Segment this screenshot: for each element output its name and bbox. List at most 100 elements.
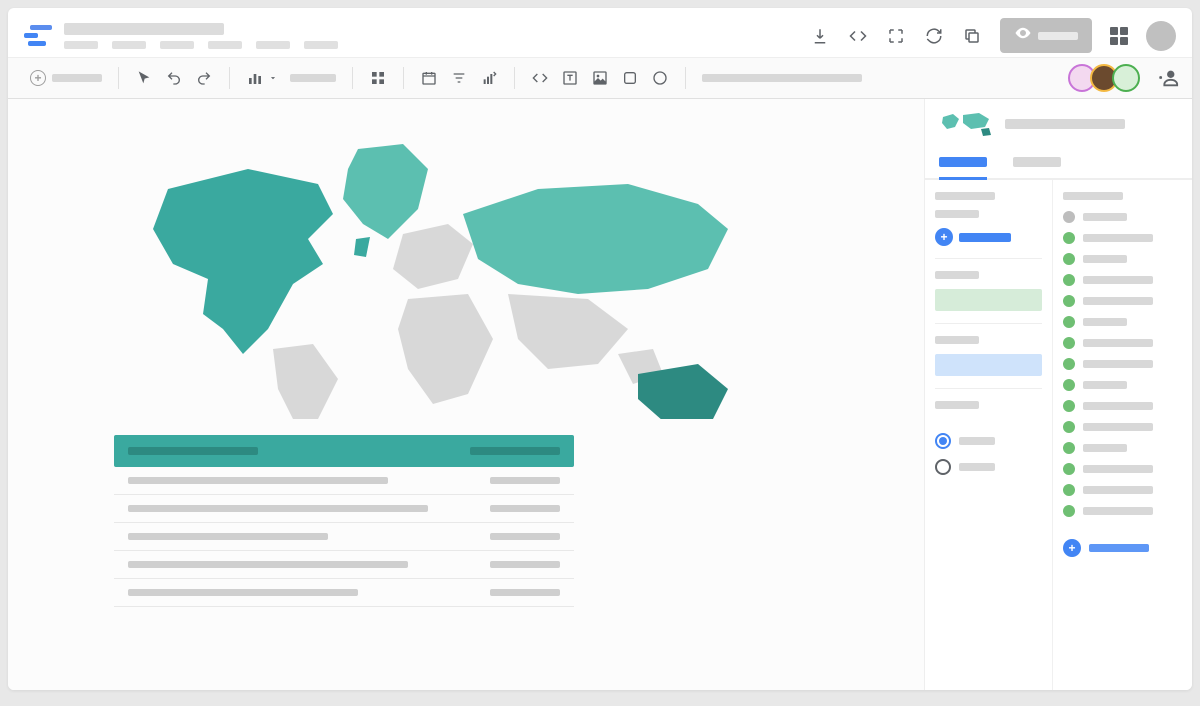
dimension-chip[interactable]: + — [935, 228, 1042, 246]
report-canvas[interactable] — [8, 99, 924, 690]
app-header — [8, 8, 1192, 57]
data-control-icon[interactable] — [480, 69, 498, 87]
select-cursor-icon[interactable] — [135, 69, 153, 87]
available-field[interactable] — [1063, 253, 1182, 265]
refresh-icon[interactable] — [924, 26, 944, 46]
date-range-icon[interactable] — [420, 69, 438, 87]
table-header-col1[interactable] — [128, 447, 258, 455]
available-field[interactable] — [1063, 358, 1182, 370]
tab-style[interactable] — [1013, 149, 1061, 178]
radio-icon — [935, 433, 951, 449]
url-embed-icon[interactable] — [531, 69, 549, 87]
embed-icon[interactable] — [848, 26, 868, 46]
radio-option-2[interactable] — [935, 459, 1042, 475]
panel-config-column: + — [925, 180, 1053, 690]
table-row[interactable] — [114, 523, 574, 551]
filter-control-icon[interactable] — [450, 69, 468, 87]
circle-icon[interactable] — [651, 69, 669, 87]
share-add-person-icon[interactable] — [1156, 66, 1180, 90]
geo-map-chart[interactable] — [108, 129, 748, 419]
radio-option-1[interactable] — [935, 433, 1042, 449]
download-icon[interactable] — [810, 26, 830, 46]
apps-icon[interactable] — [1110, 27, 1128, 45]
view-button[interactable] — [1000, 18, 1092, 53]
section-label-default — [935, 401, 979, 409]
table-cell — [128, 533, 328, 540]
text-icon[interactable] — [561, 69, 579, 87]
collaborator-avatar[interactable] — [1112, 64, 1140, 92]
app-logo-icon — [24, 22, 52, 50]
table-row[interactable] — [114, 579, 574, 607]
region-russia — [463, 184, 728, 294]
user-avatar[interactable] — [1146, 21, 1176, 51]
field-name — [1083, 465, 1153, 473]
community-viz-icon[interactable] — [369, 69, 387, 87]
redo-icon[interactable] — [195, 69, 213, 87]
available-field[interactable] — [1063, 421, 1182, 433]
table-cell — [128, 505, 428, 512]
menu-item[interactable] — [112, 41, 146, 49]
field-name — [1083, 360, 1153, 368]
tab-data[interactable] — [939, 149, 987, 180]
available-field[interactable] — [1063, 379, 1182, 391]
table-row[interactable] — [114, 495, 574, 523]
add-chart-dropdown[interactable] — [246, 69, 278, 87]
add-field-button[interactable]: + — [1063, 539, 1182, 557]
title-block — [64, 23, 338, 49]
field-type-dot-icon — [1063, 463, 1075, 475]
report-title[interactable] — [64, 23, 224, 35]
table-row[interactable] — [114, 551, 574, 579]
region-australia — [638, 364, 728, 419]
available-field[interactable] — [1063, 232, 1182, 244]
copy-icon[interactable] — [962, 26, 982, 46]
table-row[interactable] — [114, 467, 574, 495]
table-cell — [128, 477, 388, 484]
collaborators — [1074, 64, 1140, 92]
field-type-dot-icon — [1063, 316, 1075, 328]
view-label — [1038, 32, 1078, 40]
field-name — [1083, 381, 1127, 389]
menu-item[interactable] — [256, 41, 290, 49]
region-north-america — [153, 169, 333, 354]
table-header-col2[interactable] — [470, 447, 560, 455]
fullscreen-icon[interactable] — [886, 26, 906, 46]
chart-type-thumbnail-icon[interactable] — [939, 109, 995, 139]
available-field[interactable] — [1063, 442, 1182, 454]
available-field[interactable] — [1063, 274, 1182, 286]
available-field[interactable] — [1063, 463, 1182, 475]
available-field[interactable] — [1063, 400, 1182, 412]
panel-fields-column: + — [1053, 180, 1192, 690]
field-type-dot-icon — [1063, 379, 1075, 391]
available-fields-label — [1063, 192, 1123, 200]
field-type-dot-icon — [1063, 274, 1075, 286]
available-field[interactable] — [1063, 211, 1182, 223]
menu-item[interactable] — [208, 41, 242, 49]
section-label-metric — [935, 271, 979, 279]
menu-item[interactable] — [304, 41, 338, 49]
sort-field[interactable] — [935, 354, 1042, 376]
field-name — [1083, 297, 1153, 305]
menu-item[interactable] — [64, 41, 98, 49]
field-type-dot-icon — [1063, 484, 1075, 496]
field-type-dot-icon — [1063, 358, 1075, 370]
rectangle-icon[interactable] — [621, 69, 639, 87]
panel-tabs — [925, 149, 1192, 180]
region-south-america — [273, 344, 338, 419]
metric-field[interactable] — [935, 289, 1042, 311]
table-cell — [490, 533, 560, 540]
undo-icon[interactable] — [165, 69, 183, 87]
add-page-button[interactable]: + — [30, 70, 102, 86]
field-name — [1083, 276, 1153, 284]
available-field[interactable] — [1063, 484, 1182, 496]
available-field[interactable] — [1063, 337, 1182, 349]
image-icon[interactable] — [591, 69, 609, 87]
table-cell — [490, 589, 560, 596]
available-field[interactable] — [1063, 316, 1182, 328]
field-name — [1083, 234, 1153, 242]
available-field[interactable] — [1063, 505, 1182, 517]
available-field[interactable] — [1063, 295, 1182, 307]
data-table[interactable] — [114, 435, 574, 607]
menu-item[interactable] — [160, 41, 194, 49]
field-type-dot-icon — [1063, 421, 1075, 433]
theme-layout-label[interactable] — [702, 74, 862, 82]
